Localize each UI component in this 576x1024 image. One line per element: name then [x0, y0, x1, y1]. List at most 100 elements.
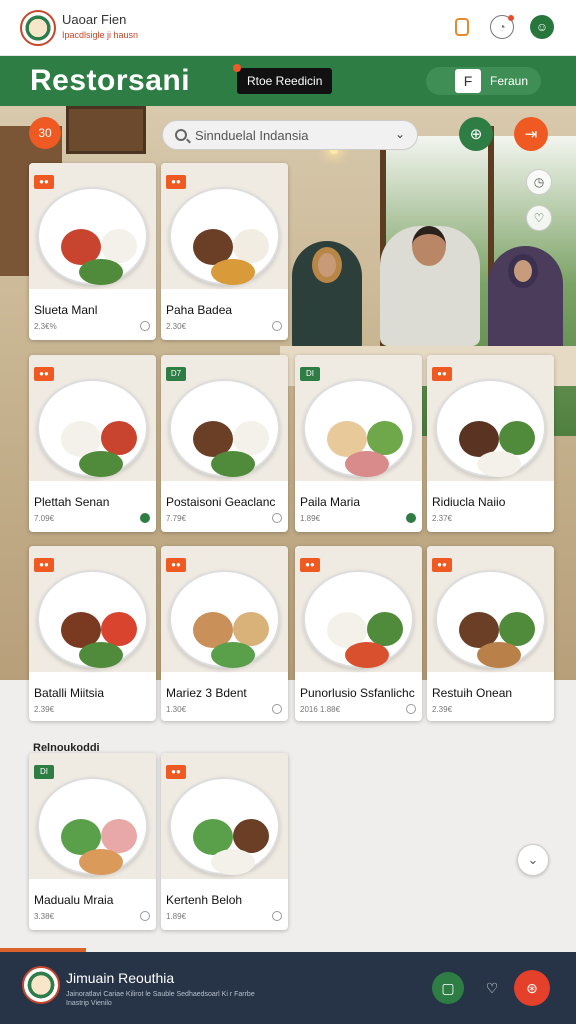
card-badge: ●● — [34, 558, 54, 572]
card-badge: ●● — [166, 765, 186, 779]
dish-price: 7.09€ — [34, 514, 55, 523]
dish-image: ●● — [161, 546, 288, 672]
dish-image: D7 — [161, 355, 288, 481]
dish-image: ●● — [29, 546, 156, 672]
share-icon: ⇥ — [524, 126, 538, 143]
dish-price: 2.30€ — [166, 322, 187, 331]
card-badge: D7 — [166, 367, 186, 381]
menu-card[interactable]: ●● Mariez 3 Bdent 1.30€ — [161, 546, 288, 721]
info-icon[interactable] — [140, 513, 150, 523]
info-icon[interactable] — [406, 704, 416, 714]
footer-logo[interactable] — [22, 966, 60, 1004]
menu-icon: ▢ — [441, 979, 455, 996]
card-badge: ●● — [300, 558, 320, 572]
basket-icon: ⊕ — [469, 126, 483, 143]
search-input[interactable]: Sinnduelal Indansia — [195, 128, 308, 143]
menu-card[interactable]: ●● Paha Badea 2.30€ — [161, 163, 288, 340]
dish-name: Paila Maria — [300, 495, 361, 509]
notification-icon[interactable]: ◔ — [490, 15, 514, 39]
dish-image: ●● — [29, 163, 156, 289]
dish-name: Restuih Onean — [432, 686, 513, 700]
menu-card[interactable]: D7 Postaisoni Geaclanc 7.79€ — [161, 355, 288, 532]
dish-price: 3.38€ — [34, 912, 55, 921]
reservation-button[interactable]: Rtoe Reedicin — [232, 64, 333, 94]
menu-card[interactable]: ●● Slueta Manl 2.3€% — [29, 163, 156, 340]
dish-price: 2016 1.88€ — [300, 705, 341, 714]
dish-name: Madualu Mraia — [34, 893, 114, 907]
dish-image: ●● — [427, 546, 554, 672]
dish-image: DI — [295, 355, 422, 481]
brand-name: Uaoar Fien — [62, 12, 127, 27]
diner-man — [380, 226, 480, 346]
favorite-button[interactable]: ♡ — [526, 205, 552, 231]
profile-icon[interactable]: ☺ — [530, 15, 554, 39]
menu-card[interactable]: ●● Punorlusio Ssfanlichc 2016 1.88€ — [295, 546, 422, 721]
info-icon[interactable] — [272, 321, 282, 331]
dish-name: Batalli Miitsia — [34, 686, 105, 700]
map-button[interactable]: ◷ — [526, 169, 552, 195]
footer-title: Jimuain Reouthia — [66, 970, 175, 986]
dish-name: Plettah Senan — [34, 495, 110, 509]
footer-subtitle: Jainoratlavi Cariae Kilirot le Sauble Se… — [66, 991, 255, 1007]
dish-name: Paha Badea — [166, 303, 233, 317]
card-badge: ●● — [34, 367, 54, 381]
dish-image: ●● — [29, 355, 156, 481]
card-badge: ●● — [166, 558, 186, 572]
share-button[interactable]: ⇥ — [514, 117, 548, 151]
info-icon[interactable] — [406, 513, 416, 523]
toggle-knob[interactable]: F — [455, 69, 481, 93]
page-title: Restorsani — [30, 64, 191, 97]
info-icon[interactable] — [272, 513, 282, 523]
bookmark-icon[interactable] — [455, 18, 469, 36]
info-icon[interactable] — [140, 911, 150, 921]
dish-name: Kertenh Beloh — [166, 893, 243, 907]
cart-icon: ⊛ — [526, 979, 538, 996]
menu-button[interactable]: ▢ — [432, 972, 464, 1004]
restaurant-logo[interactable] — [20, 10, 56, 46]
search-bar[interactable]: Sinnduelal Indansia ⌄ — [162, 120, 418, 150]
dish-price: 2.3€% — [34, 322, 57, 331]
info-icon[interactable] — [140, 321, 150, 331]
brand-tagline: Ipacdlsigle ji hausn — [62, 30, 139, 40]
top-bar: Uaoar Fien Ipacdlsigle ji hausn ◔ ☺ — [0, 0, 576, 56]
card-badge: ●● — [432, 558, 452, 572]
heart-icon: ♡ — [485, 979, 499, 996]
chevron-down-icon: ⌄ — [527, 852, 539, 867]
dish-name: Mariez 3 Bdent — [166, 686, 247, 700]
menu-card[interactable]: DI Paila Maria 1.89€ — [295, 355, 422, 532]
menu-card[interactable]: ●● Kertenh Beloh 1.89€ — [161, 753, 288, 930]
dish-image: ●● — [427, 355, 554, 481]
dish-name: Ridiucla Naiio — [432, 495, 506, 509]
card-badge: ●● — [166, 175, 186, 189]
toggle-label: Feraun — [490, 74, 529, 88]
dish-price: 2.39€ — [432, 705, 453, 714]
info-icon[interactable] — [272, 704, 282, 714]
dish-name: Postaisoni Geaclanc — [166, 495, 276, 509]
dish-image: ●● — [295, 546, 422, 672]
chevron-down-icon[interactable]: ⌄ — [395, 127, 405, 141]
wall-painting — [66, 106, 146, 154]
scroll-down-button[interactable]: ⌄ — [517, 844, 549, 876]
dish-price: 2.39€ — [34, 705, 55, 714]
mode-toggle[interactable]: F Feraun — [426, 67, 541, 95]
menu-card[interactable]: ●● Restuih Onean 2.39€ — [427, 546, 554, 721]
menu-card[interactable]: ●● Ridiucla Naiio 2.37€ — [427, 355, 554, 532]
card-badge: ●● — [34, 175, 54, 189]
favorites-button[interactable]: ♡ — [476, 972, 508, 1004]
dish-price: 1.30€ — [166, 705, 187, 714]
card-badge: DI — [300, 367, 320, 381]
count-badge[interactable]: 30 — [29, 117, 61, 149]
menu-card[interactable]: DI Madualu Mraia 3.38€ — [29, 753, 156, 930]
app-header: Restorsani Rtoe Reedicin F Feraun — [0, 56, 576, 106]
dish-image: DI — [29, 753, 156, 879]
section-heading: Relnoukoddi — [33, 742, 100, 754]
cart-button[interactable]: ⊛ — [514, 970, 550, 1006]
dish-price: 2.37€ — [432, 514, 453, 523]
menu-card[interactable]: ●● Batalli Miitsia 2.39€ — [29, 546, 156, 721]
menu-card[interactable]: ●● Plettah Senan 7.09€ — [29, 355, 156, 532]
info-icon[interactable] — [272, 911, 282, 921]
dish-image: ●● — [161, 753, 288, 879]
basket-button[interactable]: ⊕ — [459, 117, 493, 151]
dish-price: 7.79€ — [166, 514, 187, 523]
dish-name: Punorlusio Ssfanlichc — [300, 686, 415, 700]
